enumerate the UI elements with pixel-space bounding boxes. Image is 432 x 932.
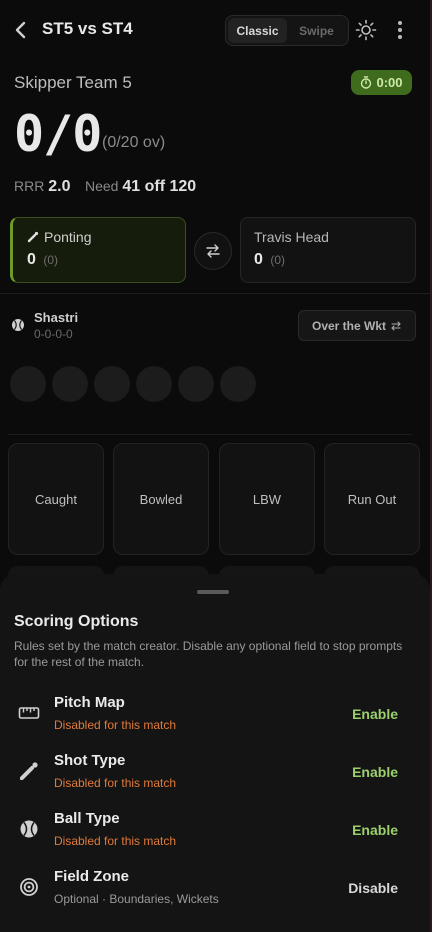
more-dot (398, 28, 402, 32)
sheet-description: Rules set by the match creator. Disable … (14, 639, 403, 669)
dismissal-run-out-button[interactable]: Run Out (324, 443, 420, 555)
striker-runs: 0 (27, 251, 36, 268)
more-dot (398, 21, 402, 25)
rrr-label: RRR (14, 178, 45, 194)
enable-ball-type-button[interactable]: Enable (352, 822, 398, 838)
batting-team-name: Skipper Team 5 (14, 73, 132, 92)
option-subtitle: Disabled for this match (54, 718, 177, 732)
option-title: Shot Type (54, 752, 126, 769)
sheet-title: Scoring Options (14, 613, 139, 630)
scoring-options-sheet: Scoring Options Rules set by the match c… (0, 574, 430, 932)
section-divider (8, 434, 412, 435)
bat-icon (27, 231, 39, 243)
option-field-zone: Field Zone Optional · Boundaries, Wicket… (0, 868, 430, 926)
theme-toggle-button[interactable] (355, 19, 377, 41)
dismissal-caught-button[interactable]: Caught (8, 443, 104, 555)
rrr-value: 2.0 (48, 178, 71, 195)
target-icon (18, 876, 40, 898)
enable-shot-type-button[interactable]: Enable (352, 764, 398, 780)
over-wkt-label: Over the Wkt (311, 318, 386, 333)
ball-icon (18, 818, 40, 840)
non-striker-runs: 0 (254, 251, 263, 268)
option-shot-type: Shot Type Disabled for this match Enable (0, 752, 430, 810)
enable-pitch-map-button[interactable]: Enable (352, 706, 398, 722)
dismissal-lbw-button[interactable]: LBW (219, 443, 315, 555)
back-button[interactable] (10, 18, 30, 42)
runs-needed: Need 41 off 120 (85, 178, 196, 196)
dismissal-bowled-button[interactable]: Bowled (113, 443, 209, 555)
stopwatch-icon (361, 76, 372, 89)
sun-icon (355, 19, 377, 41)
top-bar: ST5 vs ST4 Classic Swipe (0, 0, 430, 60)
chevron-left-icon (15, 21, 26, 39)
swap-strike-button[interactable] (194, 232, 232, 270)
striker-card[interactable]: Ponting 0 (0) (10, 217, 186, 283)
overs-count: (0/20 ov) (102, 134, 166, 151)
ball-slot (52, 366, 88, 402)
more-dot (398, 35, 402, 39)
need-label: Need (85, 178, 119, 194)
striker-name: Ponting (44, 229, 92, 245)
striker-score: 0 (0) (27, 251, 58, 269)
ruler-icon (18, 702, 40, 724)
bowler-name[interactable]: Shastri (34, 310, 78, 325)
ball-slot (178, 366, 214, 402)
option-pitch-map: Pitch Map Disabled for this match Enable (0, 694, 430, 752)
option-subtitle: Disabled for this match (54, 776, 177, 790)
need-value: 41 off 120 (122, 178, 197, 195)
mode-classic-button[interactable]: Classic (228, 18, 287, 43)
this-over-balls (10, 366, 256, 402)
swap-arrows-icon (391, 320, 401, 331)
mode-swipe-button[interactable]: Swipe (287, 18, 346, 43)
option-title: Ball Type (54, 810, 120, 827)
striker-balls: (0) (43, 253, 59, 267)
option-title: Field Zone (54, 868, 129, 885)
innings-timer[interactable]: 0:00 (351, 70, 412, 95)
disable-field-zone-button[interactable]: Disable (348, 880, 398, 896)
section-divider (0, 293, 430, 294)
bowler-figures: 0-0-0-0 (34, 327, 73, 341)
ball-slot (10, 366, 46, 402)
app-screen: ST5 vs ST4 Classic Swipe Skipper Team 5 (0, 0, 432, 932)
team-score: 0/0 (14, 105, 102, 163)
swap-arrows-icon (206, 244, 220, 258)
required-run-rate: RRR 2.0 (14, 178, 70, 196)
more-menu-button[interactable] (392, 19, 408, 41)
option-ball-type: Ball Type Disabled for this match Enable (0, 810, 430, 868)
non-striker-name: Travis Head (254, 229, 329, 245)
option-title: Pitch Map (54, 694, 125, 711)
non-striker-card[interactable]: Travis Head 0 (0) (240, 217, 416, 283)
ball-slot (220, 366, 256, 402)
non-striker-score: 0 (0) (254, 251, 285, 269)
ball-slot (136, 366, 172, 402)
ball-slot (94, 366, 130, 402)
option-subtitle: Optional · Boundaries, Wickets (54, 892, 219, 906)
bat-ball-icon (18, 760, 40, 782)
over-the-wicket-button[interactable]: Over the Wkt (298, 310, 416, 341)
match-title: ST5 vs ST4 (42, 19, 133, 38)
mode-toggle: Classic Swipe (225, 15, 349, 46)
ball-icon (12, 319, 24, 331)
sheet-drag-handle[interactable] (197, 590, 229, 594)
timer-value: 0:00 (376, 75, 403, 90)
non-striker-balls: (0) (270, 253, 286, 267)
option-subtitle: Disabled for this match (54, 834, 177, 848)
striker-name-row: Ponting (27, 229, 91, 245)
